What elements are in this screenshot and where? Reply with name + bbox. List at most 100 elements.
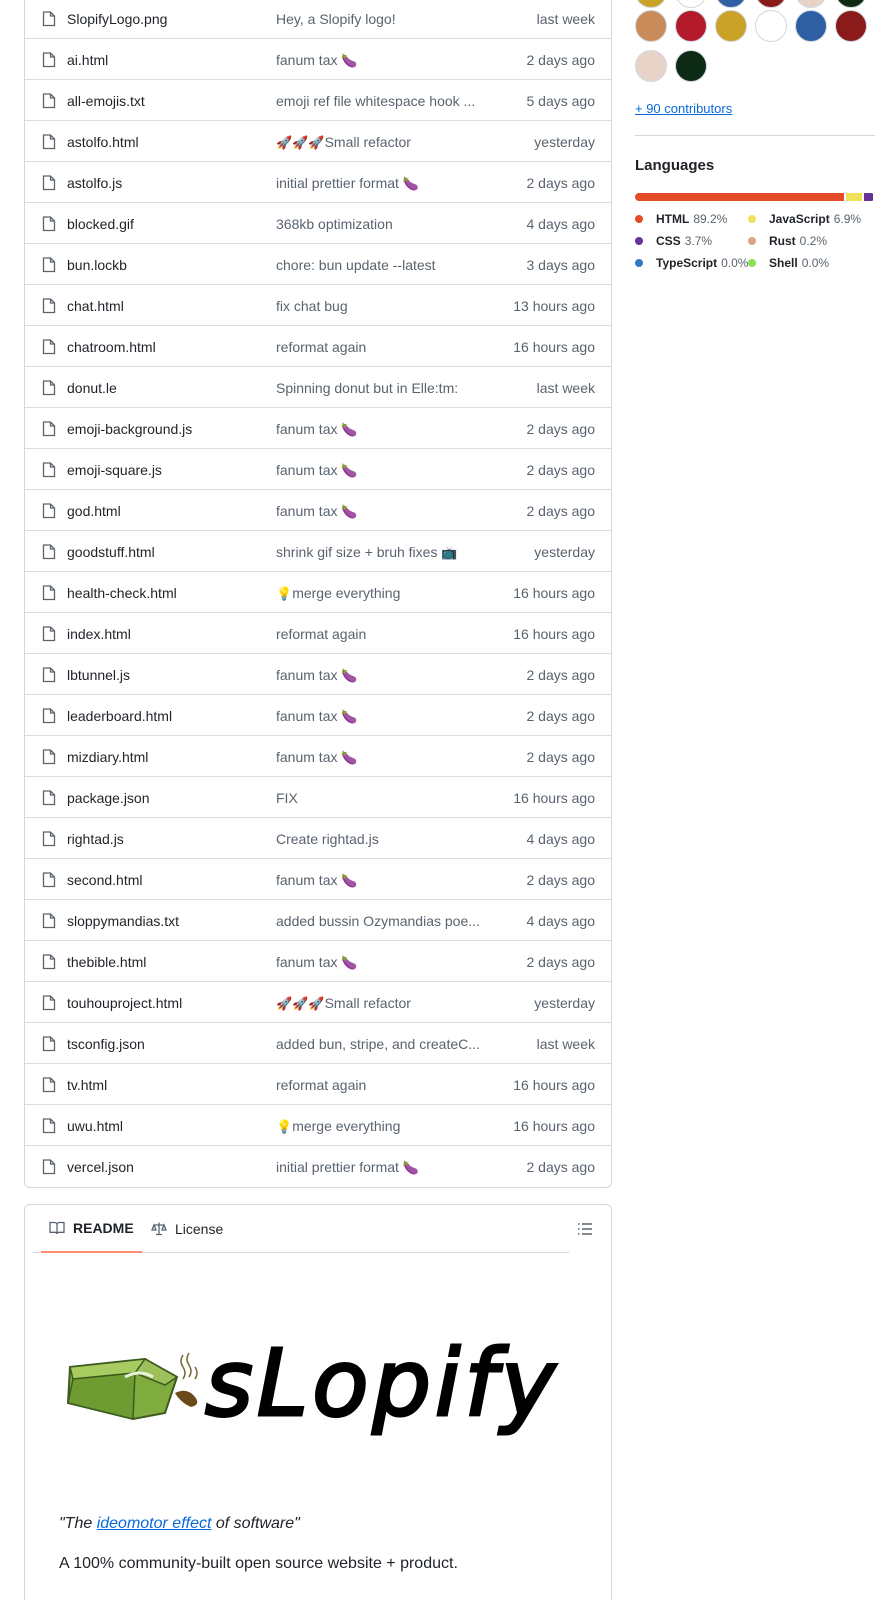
file-row[interactable]: goodstuff.html shrink gif size + bruh fix…: [25, 531, 611, 572]
language-item[interactable]: TypeScript 0.0%: [635, 256, 748, 270]
file-row[interactable]: bun.lockb chore: bun update --latest 3 day…: [25, 244, 611, 285]
file-row[interactable]: index.html reformat again 16 hours ago: [25, 613, 611, 654]
file-name-link[interactable]: rightad.js: [67, 831, 257, 847]
commit-message-link[interactable]: fanum tax 🍆: [276, 954, 481, 971]
commit-message-link[interactable]: added bun, stripe, and createC...: [276, 1036, 481, 1052]
commit-message-link[interactable]: initial prettier format 🍆: [276, 175, 481, 192]
contributor-avatar[interactable]: [635, 0, 667, 8]
contributor-avatar[interactable]: [675, 50, 707, 82]
file-row[interactable]: rightad.js Create rightad.js 4 days ago: [25, 818, 611, 859]
file-row[interactable]: chat.html fix chat bug 13 hours ago: [25, 285, 611, 326]
file-row[interactable]: package.json FIX 16 hours ago: [25, 777, 611, 818]
file-row[interactable]: SlopifyLogo.png Hey, a Slopify logo! last …: [25, 0, 611, 39]
file-row[interactable]: all-emojis.txt emoji ref file whitespace …: [25, 80, 611, 121]
file-name-link[interactable]: ai.html: [67, 52, 257, 68]
file-row[interactable]: astolfo.js initial prettier format 🍆 2 day…: [25, 162, 611, 203]
file-row[interactable]: god.html fanum tax 🍆 2 days ago: [25, 490, 611, 531]
file-row[interactable]: ai.html fanum tax 🍆 2 days ago: [25, 39, 611, 80]
file-name-link[interactable]: god.html: [67, 503, 257, 519]
file-row[interactable]: lbtunnel.js fanum tax 🍆 2 days ago: [25, 654, 611, 695]
contributor-avatar[interactable]: [635, 10, 667, 42]
contributor-avatar[interactable]: [795, 10, 827, 42]
file-row[interactable]: sloppymandias.txt added bussin Ozymandias…: [25, 900, 611, 941]
contributor-avatar[interactable]: [755, 10, 787, 42]
file-row[interactable]: astolfo.html 🚀🚀🚀Small refactor yesterday: [25, 121, 611, 162]
tab-license[interactable]: License: [151, 1205, 223, 1253]
file-row[interactable]: leaderboard.html fanum tax 🍆 2 days ago: [25, 695, 611, 736]
file-name-link[interactable]: index.html: [67, 626, 257, 642]
contributors-link[interactable]: + 90 contributors: [635, 101, 732, 116]
file-row[interactable]: emoji-background.js fanum tax 🍆 2 days ago: [25, 408, 611, 449]
contributor-avatar[interactable]: [675, 0, 707, 8]
file-row[interactable]: uwu.html 💡merge everything 16 hours ago: [25, 1105, 611, 1146]
commit-message-link[interactable]: 🚀🚀🚀Small refactor: [276, 995, 481, 1012]
file-row[interactable]: chatroom.html reformat again 16 hours ago: [25, 326, 611, 367]
file-row[interactable]: vercel.json initial prettier format 🍆 2 da…: [25, 1146, 611, 1187]
commit-message-link[interactable]: fanum tax 🍆: [276, 503, 481, 520]
file-row[interactable]: tv.html reformat again 16 hours ago: [25, 1064, 611, 1105]
list-outline-icon[interactable]: [577, 1221, 593, 1237]
file-name-link[interactable]: blocked.gif: [67, 216, 257, 232]
file-row[interactable]: touhouproject.html 🚀🚀🚀Small refactor yeste…: [25, 982, 611, 1023]
contributor-avatar[interactable]: [755, 0, 787, 8]
language-item[interactable]: HTML 89.2%: [635, 212, 727, 226]
file-row[interactable]: mizdiary.html fanum tax 🍆 2 days ago: [25, 736, 611, 777]
commit-message-link[interactable]: fanum tax 🍆: [276, 462, 481, 479]
commit-message-link[interactable]: FIX: [276, 790, 481, 806]
commit-message-link[interactable]: emoji ref file whitespace hook ...: [276, 93, 481, 109]
file-name-link[interactable]: second.html: [67, 872, 257, 888]
file-name-link[interactable]: mizdiary.html: [67, 749, 257, 765]
commit-message-link[interactable]: fanum tax 🍆: [276, 749, 481, 766]
contributor-avatar[interactable]: [795, 0, 827, 8]
file-name-link[interactable]: vercel.json: [67, 1159, 257, 1175]
file-name-link[interactable]: emoji-square.js: [67, 462, 257, 478]
file-name-link[interactable]: donut.le: [67, 380, 257, 396]
commit-message-link[interactable]: fanum tax 🍆: [276, 421, 481, 438]
language-item[interactable]: CSS 3.7%: [635, 234, 712, 248]
file-name-link[interactable]: astolfo.js: [67, 175, 257, 191]
file-name-link[interactable]: package.json: [67, 790, 257, 806]
file-name-link[interactable]: leaderboard.html: [67, 708, 257, 724]
commit-message-link[interactable]: fanum tax 🍆: [276, 708, 481, 725]
file-name-link[interactable]: uwu.html: [67, 1118, 257, 1134]
commit-message-link[interactable]: reformat again: [276, 339, 481, 355]
file-name-link[interactable]: chatroom.html: [67, 339, 257, 355]
commit-message-link[interactable]: Spinning donut but in Elle:tm:: [276, 380, 481, 396]
file-name-link[interactable]: emoji-background.js: [67, 421, 257, 437]
commit-message-link[interactable]: reformat again: [276, 626, 481, 642]
contributor-avatar[interactable]: [715, 0, 747, 8]
commit-message-link[interactable]: fanum tax 🍆: [276, 872, 481, 889]
file-name-link[interactable]: goodstuff.html: [67, 544, 257, 560]
file-name-link[interactable]: bun.lockb: [67, 257, 257, 273]
language-item[interactable]: Shell 0.0%: [748, 256, 829, 270]
commit-message-link[interactable]: reformat again: [276, 1077, 481, 1093]
file-row[interactable]: blocked.gif 368kb optimization 4 days ago: [25, 203, 611, 244]
file-row[interactable]: emoji-square.js fanum tax 🍆 2 days ago: [25, 449, 611, 490]
file-row[interactable]: thebible.html fanum tax 🍆 2 days ago: [25, 941, 611, 982]
contributor-avatar[interactable]: [715, 10, 747, 42]
file-name-link[interactable]: thebible.html: [67, 954, 257, 970]
language-item[interactable]: JavaScript 6.9%: [748, 212, 861, 226]
commit-message-link[interactable]: added bussin Ozymandias poe...: [276, 913, 481, 929]
language-item[interactable]: Rust 0.2%: [748, 234, 827, 248]
commit-message-link[interactable]: 💡merge everything: [276, 1118, 481, 1135]
contributor-avatar[interactable]: [835, 0, 867, 8]
commit-message-link[interactable]: 368kb optimization: [276, 216, 481, 232]
commit-message-link[interactable]: Create rightad.js: [276, 831, 481, 847]
file-name-link[interactable]: lbtunnel.js: [67, 667, 257, 683]
commit-message-link[interactable]: Hey, a Slopify logo!: [276, 11, 481, 27]
file-row[interactable]: tsconfig.json added bun, stripe, and crea…: [25, 1023, 611, 1064]
commit-message-link[interactable]: 🚀🚀🚀Small refactor: [276, 134, 481, 151]
file-row[interactable]: health-check.html 💡merge everything 16 hou…: [25, 572, 611, 613]
file-name-link[interactable]: health-check.html: [67, 585, 257, 601]
contributor-avatar[interactable]: [675, 10, 707, 42]
tab-readme[interactable]: README: [41, 1205, 142, 1253]
ideomotor-effect-link[interactable]: ideomotor effect: [97, 1515, 212, 1532]
file-row[interactable]: second.html fanum tax 🍆 2 days ago: [25, 859, 611, 900]
commit-message-link[interactable]: shrink gif size + bruh fixes 📺: [276, 544, 481, 561]
commit-message-link[interactable]: 💡merge everything: [276, 585, 481, 602]
commit-message-link[interactable]: fanum tax 🍆: [276, 52, 481, 69]
commit-message-link[interactable]: fix chat bug: [276, 298, 481, 314]
file-name-link[interactable]: SlopifyLogo.png: [67, 11, 257, 27]
contributor-avatar[interactable]: [635, 50, 667, 82]
